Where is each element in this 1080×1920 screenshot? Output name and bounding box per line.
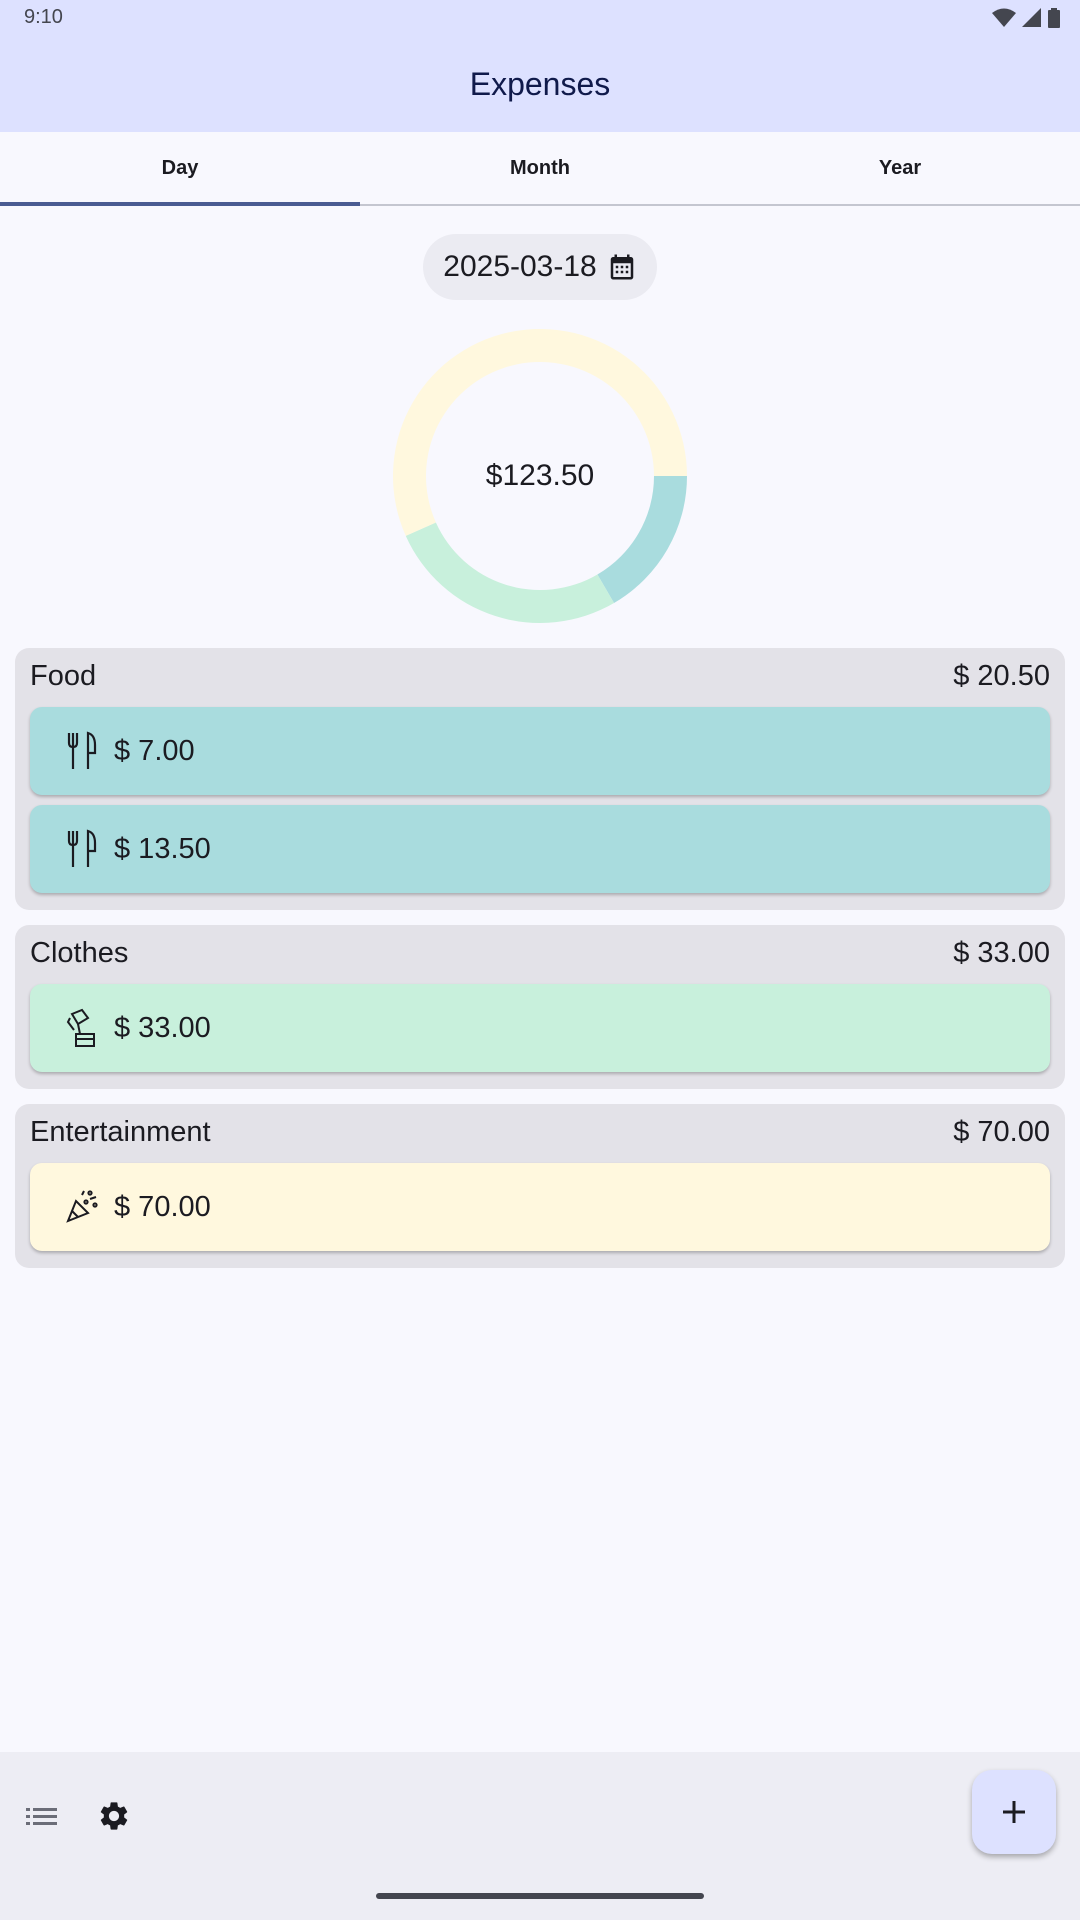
status-icons bbox=[992, 8, 1060, 28]
tab-day[interactable]: Day bbox=[0, 132, 360, 206]
battery-icon bbox=[1048, 8, 1060, 28]
group-total: $ 33.00 bbox=[953, 937, 1050, 969]
group-header: Entertainment $ 70.00 bbox=[30, 1116, 1050, 1149]
tab-month[interactable]: Month bbox=[360, 132, 720, 204]
expense-donut-chart: $123.50 bbox=[390, 326, 690, 626]
group-name: Entertainment bbox=[30, 1116, 211, 1148]
gear-icon bbox=[100, 1802, 128, 1830]
category-group-entertainment: Entertainment $ 70.00 $ 70.00 bbox=[15, 1104, 1065, 1268]
date-value: 2025-03-18 bbox=[443, 250, 597, 283]
group-name: Clothes bbox=[30, 937, 129, 969]
signal-icon bbox=[1022, 8, 1041, 27]
category-group-food: Food $ 20.50 $ 7.00 $ 13.50 bbox=[15, 648, 1065, 910]
calendar-icon bbox=[610, 254, 633, 280]
group-header: Clothes $ 33.00 bbox=[30, 937, 1050, 970]
page-title: Expenses bbox=[469, 65, 611, 102]
expense-amount: $ 13.50 bbox=[114, 832, 211, 865]
status-time: 9:10 bbox=[24, 6, 63, 28]
tab-bar: Day Month Year bbox=[0, 132, 1080, 206]
category-group-clothes: Clothes $ 33.00 $ 33.00 bbox=[15, 925, 1065, 1089]
expense-item[interactable]: $ 13.50 bbox=[30, 805, 1050, 893]
expense-amount: $ 70.00 bbox=[114, 1190, 211, 1223]
expense-amount: $ 33.00 bbox=[114, 1011, 211, 1044]
plus-icon bbox=[1003, 1801, 1025, 1823]
group-total: $ 20.50 bbox=[953, 660, 1050, 692]
group-total: $ 70.00 bbox=[953, 1116, 1050, 1148]
expense-amount: $ 7.00 bbox=[114, 734, 195, 767]
list-icon bbox=[26, 1808, 57, 1825]
app-bar: Expenses bbox=[0, 36, 1080, 132]
wifi-icon bbox=[992, 8, 1016, 27]
tab-year[interactable]: Year bbox=[720, 132, 1080, 204]
clothes-iron-icon bbox=[60, 1006, 104, 1050]
date-picker-button[interactable]: 2025-03-18 bbox=[423, 234, 657, 300]
expense-item[interactable]: $ 7.00 bbox=[30, 707, 1050, 795]
expense-item[interactable]: $ 70.00 bbox=[30, 1163, 1050, 1251]
status-bar: 9:10 bbox=[0, 0, 1080, 36]
donut-total-label: $123.50 bbox=[485, 459, 595, 492]
home-indicator bbox=[376, 1893, 704, 1899]
party-popper-icon bbox=[60, 1185, 104, 1229]
fork-knife-icon bbox=[60, 729, 104, 773]
add-expense-button[interactable] bbox=[972, 1770, 1056, 1854]
settings-button[interactable] bbox=[90, 1792, 138, 1840]
fork-knife-icon bbox=[60, 827, 104, 871]
expense-item[interactable]: $ 33.00 bbox=[30, 984, 1050, 1072]
list-button[interactable] bbox=[20, 1794, 64, 1838]
group-name: Food bbox=[30, 660, 97, 692]
group-header: Food $ 20.50 bbox=[30, 660, 1050, 693]
